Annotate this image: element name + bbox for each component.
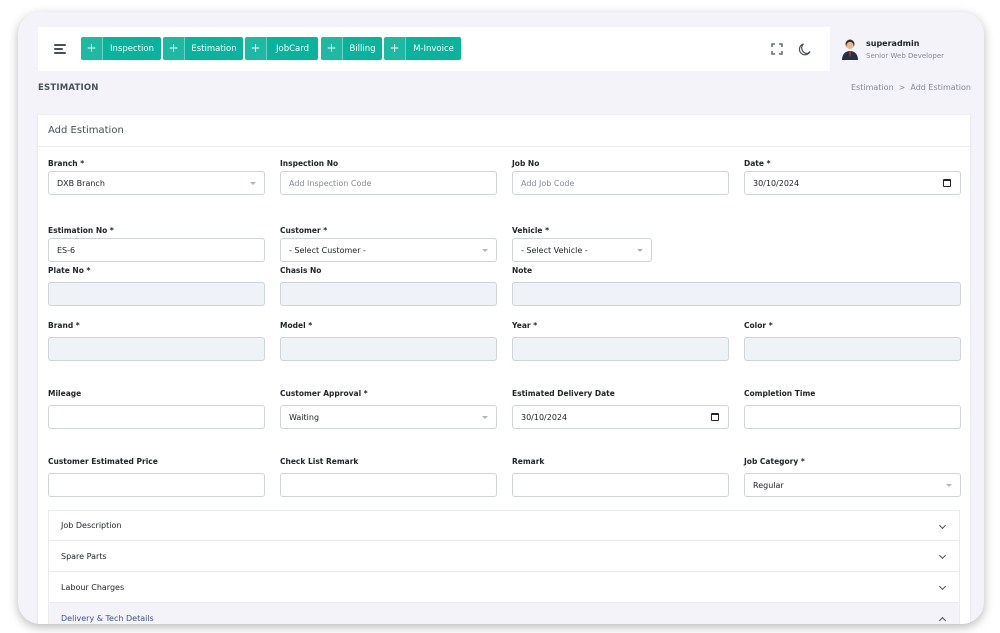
page-title: ESTIMATION xyxy=(38,83,99,93)
customer-field: Customer * - Select Customer - xyxy=(280,226,497,262)
model-field: Model * xyxy=(280,321,497,361)
plate-no-field: Plate No * xyxy=(48,266,265,306)
year-field: Year * xyxy=(512,321,729,361)
remark-input[interactable] xyxy=(512,473,729,497)
chevron-up-icon xyxy=(938,616,947,624)
quick-inspection-button[interactable]: + Inspection xyxy=(81,37,161,60)
estimated-delivery-date-input[interactable]: 30/10/2024 xyxy=(512,405,729,429)
chevron-down-icon xyxy=(938,521,947,530)
plus-icon: + xyxy=(81,37,103,60)
inspection-no-field: Inspection No Add Inspection Code xyxy=(280,159,497,195)
avatar xyxy=(842,39,858,60)
chasis-no-input[interactable] xyxy=(280,282,497,306)
customer-select[interactable]: - Select Customer - xyxy=(280,238,497,262)
chevron-down-icon xyxy=(938,551,947,560)
date-input[interactable]: 30/10/2024 xyxy=(744,171,961,195)
accordion-job-description[interactable]: Job Description xyxy=(48,510,960,541)
job-no-field: Job No Add Job Code xyxy=(512,159,729,195)
job-category-field: Job Category * Regular xyxy=(744,457,961,497)
plus-icon: + xyxy=(163,37,185,60)
accordion-labour-charges[interactable]: Labour Charges xyxy=(48,572,960,603)
breadcrumb-parent-link[interactable]: Estimation xyxy=(851,83,894,92)
plus-icon: + xyxy=(321,37,343,60)
note-input[interactable] xyxy=(512,282,961,306)
quick-jobcard-button[interactable]: + JobCard xyxy=(245,37,318,60)
moon-icon[interactable] xyxy=(797,41,813,57)
vehicle-select[interactable]: - Select Vehicle - xyxy=(512,238,652,262)
topbar: + Inspection + Estimation + JobCard + Bi… xyxy=(38,27,970,71)
plus-icon: + xyxy=(245,37,267,60)
color-field: Color * xyxy=(744,321,961,361)
brand-field: Brand * xyxy=(48,321,265,361)
fullscreen-icon[interactable] xyxy=(769,41,785,57)
calendar-icon[interactable] xyxy=(711,413,719,421)
customer-estimated-price-field: Customer Estimated Price xyxy=(48,457,265,497)
check-list-remark-field: Check List Remark xyxy=(280,457,497,497)
breadcrumb-current: Add Estimation xyxy=(910,83,971,92)
calendar-icon[interactable] xyxy=(943,179,951,187)
accordion-delivery-tech-details[interactable]: Delivery & Tech Details xyxy=(48,603,960,624)
mileage-input[interactable] xyxy=(48,405,265,429)
user-role: Senior Web Developer xyxy=(866,52,945,60)
remark-field: Remark xyxy=(512,457,729,497)
year-input[interactable] xyxy=(512,337,729,361)
branch-select[interactable]: DXB Branch xyxy=(48,171,265,195)
chevron-down-icon xyxy=(938,582,947,591)
estimated-delivery-date-field: Estimated Delivery Date 30/10/2024 xyxy=(512,389,729,429)
customer-approval-select[interactable]: Waiting xyxy=(280,405,497,429)
note-field: Note xyxy=(512,266,961,306)
quick-minvoice-button[interactable]: + M-Invoice xyxy=(384,37,461,60)
hamburger-icon[interactable] xyxy=(54,42,68,56)
chasis-no-field: Chasis No xyxy=(280,266,497,306)
completion-time-input[interactable] xyxy=(744,405,961,429)
user-dropdown[interactable]: superadmin Senior Web Developer xyxy=(830,27,970,71)
quick-estimation-button[interactable]: + Estimation xyxy=(163,37,243,60)
color-input[interactable] xyxy=(744,337,961,361)
completion-time-field: Completion Time xyxy=(744,389,961,429)
brand-input[interactable] xyxy=(48,337,265,361)
date-field: Date * 30/10/2024 xyxy=(744,159,961,195)
user-name: superadmin xyxy=(866,39,920,48)
vehicle-field: Vehicle * - Select Vehicle - xyxy=(512,226,652,262)
app-window: + Inspection + Estimation + JobCard + Bi… xyxy=(18,12,984,624)
model-input[interactable] xyxy=(280,337,497,361)
customer-estimated-price-input[interactable] xyxy=(48,473,265,497)
mileage-field: Mileage xyxy=(48,389,265,429)
inspection-no-input[interactable]: Add Inspection Code xyxy=(280,171,497,195)
estimation-no-input[interactable]: ES-6 xyxy=(48,238,265,262)
card-title: Add Estimation xyxy=(38,115,970,147)
plus-icon: + xyxy=(384,37,406,60)
plate-no-input[interactable] xyxy=(48,282,265,306)
customer-approval-field: Customer Approval * Waiting xyxy=(280,389,497,429)
estimation-no-field: Estimation No * ES-6 xyxy=(48,226,265,262)
breadcrumb: Estimation > Add Estimation xyxy=(851,83,971,92)
breadcrumb-separator: > xyxy=(898,83,906,92)
job-no-input[interactable]: Add Job Code xyxy=(512,171,729,195)
quick-billing-button[interactable]: + Billing xyxy=(321,37,382,60)
check-list-remark-input[interactable] xyxy=(280,473,497,497)
job-category-select[interactable]: Regular xyxy=(744,473,961,497)
add-estimation-card: Add Estimation Branch * DXB Branch Inspe… xyxy=(38,115,970,624)
branch-field: Branch * DXB Branch xyxy=(48,159,265,195)
accordion-spare-parts[interactable]: Spare Parts xyxy=(48,541,960,572)
